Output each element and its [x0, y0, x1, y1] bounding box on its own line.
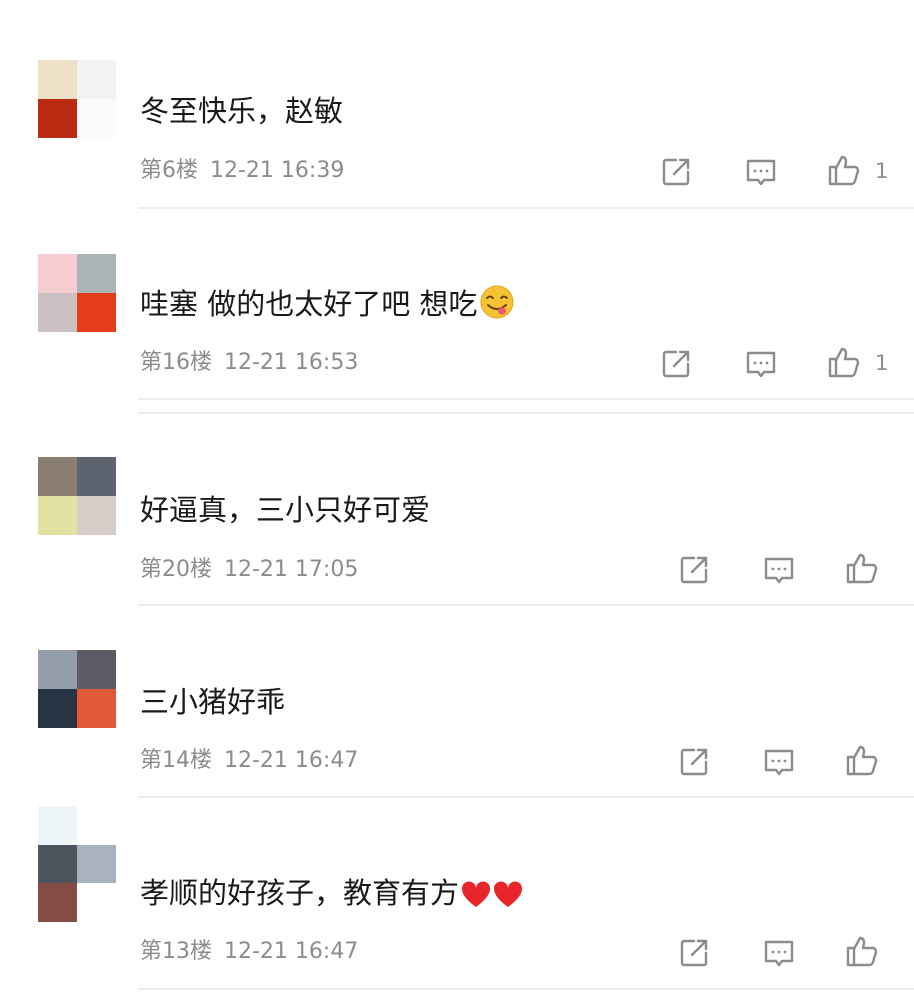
timestamp: 12-21 16:47 [224, 939, 359, 964]
comment-meta: 第6楼 12-21 16:39 [140, 156, 344, 186]
comment-text: 冬至快乐，赵敏 [140, 94, 344, 128]
heart-emoji-icon [493, 879, 523, 919]
heart-emoji-icon [461, 879, 491, 919]
comment-text: 好逼真，三小只好可爱 [140, 493, 431, 527]
timestamp: 12-21 16:53 [224, 350, 359, 375]
share-icon[interactable] [659, 155, 693, 189]
comment-meta: 第13楼 12-21 16:47 [140, 937, 358, 967]
share-icon[interactable] [677, 936, 711, 970]
comment-meta: 第16楼 12-21 16:53 [140, 348, 358, 378]
reply-icon[interactable] [762, 553, 796, 587]
floor-number: 第14楼 [140, 748, 212, 773]
comment-text-content: 哇塞 做的也太好了吧 想吃 [140, 287, 478, 321]
timestamp: 12-21 16:47 [224, 748, 359, 773]
divider [138, 412, 914, 414]
share-icon[interactable] [677, 553, 711, 587]
thumbs-up-icon[interactable] [827, 345, 861, 379]
comment-text: 三小猪好乖 [140, 685, 286, 719]
avatar[interactable] [38, 457, 116, 535]
floor-number: 第6楼 [140, 158, 198, 183]
thumbs-up-icon[interactable] [827, 153, 861, 187]
timestamp: 12-21 16:39 [210, 158, 345, 183]
divider [138, 207, 914, 209]
avatar[interactable] [38, 650, 116, 728]
divider [138, 604, 914, 606]
yum-emoji-icon [479, 284, 515, 330]
reply-icon[interactable] [762, 936, 796, 970]
share-icon[interactable] [659, 347, 693, 381]
divider [138, 796, 914, 798]
reply-icon[interactable] [744, 155, 778, 189]
floor-number: 第13楼 [140, 939, 212, 964]
thumbs-up-icon[interactable] [845, 934, 879, 968]
avatar[interactable] [38, 806, 116, 922]
avatar[interactable] [38, 254, 116, 332]
comment-meta: 第20楼 12-21 17:05 [140, 555, 358, 585]
thumbs-up-icon[interactable] [845, 551, 879, 585]
comment-meta: 第14楼 12-21 16:47 [140, 746, 358, 776]
floor-number: 第20楼 [140, 557, 212, 582]
comment-text-content: 孝顺的好孩子，教育有方 [140, 876, 460, 910]
reply-icon[interactable] [762, 745, 796, 779]
floor-number: 第16楼 [140, 350, 212, 375]
divider [138, 398, 914, 400]
comment-text: 哇塞 做的也太好了吧 想吃 [140, 284, 515, 330]
thumbs-up-icon[interactable] [845, 743, 879, 777]
like-count: 1 [875, 159, 889, 183]
share-icon[interactable] [677, 745, 711, 779]
timestamp: 12-21 17:05 [224, 557, 359, 582]
like-count: 1 [875, 351, 889, 375]
divider [138, 988, 914, 990]
reply-icon[interactable] [744, 347, 778, 381]
avatar[interactable] [38, 60, 116, 138]
comment-text: 孝顺的好孩子，教育有方 [140, 873, 523, 919]
